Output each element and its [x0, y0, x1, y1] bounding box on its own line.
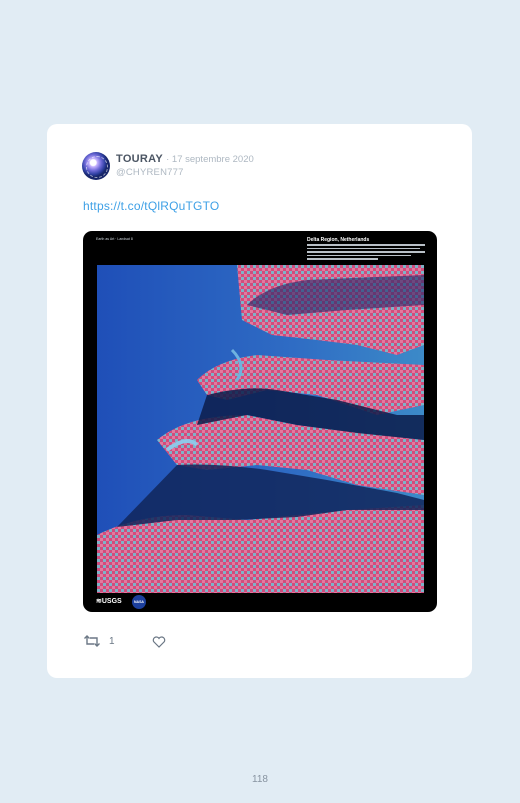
media-title: Delta Region, Netherlands: [307, 237, 370, 243]
avatar[interactable]: [82, 152, 110, 180]
media-description-lines: [307, 244, 425, 262]
satellite-image: [97, 265, 424, 593]
media-caption: Earth as Art · Landsat 8: [96, 237, 133, 241]
tweet-header: TOURAY · 17 septembre 2020: [116, 153, 254, 165]
nasa-logo: NASA: [132, 595, 146, 609]
page-number: 118: [252, 774, 268, 785]
heart-icon[interactable]: [152, 635, 166, 653]
tweet-date[interactable]: · 17 septembre 2020: [166, 154, 254, 165]
retweet-count: 1: [109, 636, 115, 647]
author-handle[interactable]: @CHYREN777: [116, 167, 184, 178]
retweet-icon[interactable]: [83, 634, 101, 653]
usgs-logo: ≋USGS: [96, 598, 122, 605]
tweet-media-image[interactable]: Earth as Art · Landsat 8 Delta Region, N…: [83, 231, 437, 612]
tweet-card: TOURAY · 17 septembre 2020 @CHYREN777 ht…: [47, 124, 472, 678]
author-name[interactable]: TOURAY: [116, 153, 163, 165]
tweet-link[interactable]: https://t.co/tQlRQuTGTO: [83, 199, 219, 213]
